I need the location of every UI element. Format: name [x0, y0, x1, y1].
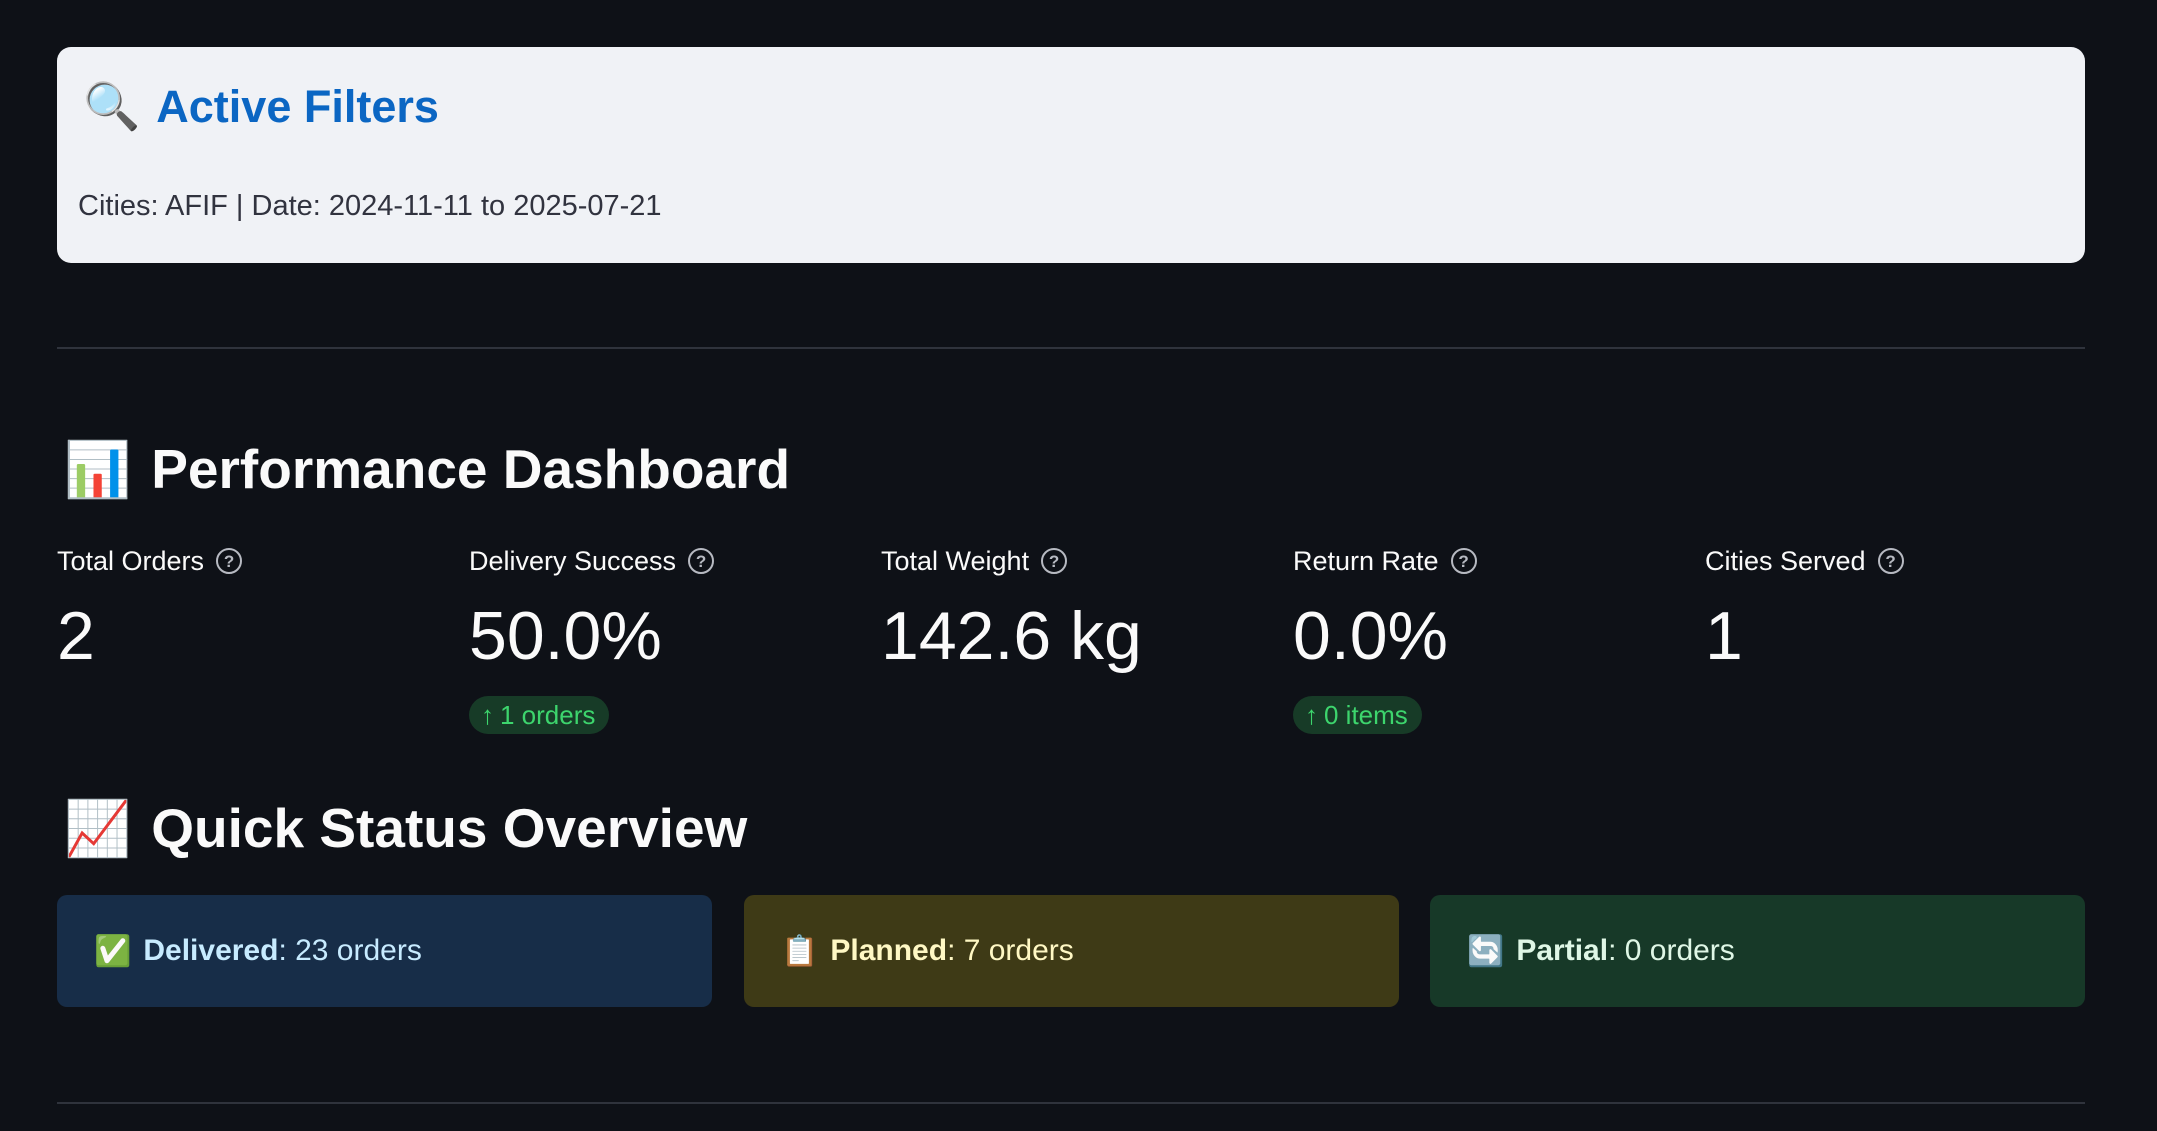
- trend-up-chart-icon: 📈: [64, 798, 132, 859]
- quick-status-title: Quick Status Overview: [151, 797, 748, 859]
- performance-dashboard-heading: 📊 Performance Dashboard: [64, 442, 790, 497]
- metric-return-rate: Return Rate ? 0.0% ↑ 0 items: [1293, 544, 1693, 734]
- status-card-partial: 🔄 Partial: 0 orders: [1430, 895, 2085, 1007]
- status-card-delivered: ✅ Delivered: 23 orders: [57, 895, 712, 1007]
- metric-label: Return Rate: [1293, 545, 1439, 576]
- status-label: Delivered: [143, 934, 279, 967]
- help-icon[interactable]: ?: [1877, 548, 1904, 574]
- help-icon[interactable]: ?: [216, 548, 243, 574]
- metric-delta-text: 1 orders: [500, 700, 596, 730]
- performance-dashboard-title: Performance Dashboard: [151, 438, 791, 500]
- magnifier-icon: 🔍: [83, 80, 141, 132]
- help-icon[interactable]: ?: [1450, 548, 1477, 574]
- metric-value: 0.0%: [1293, 598, 1448, 674]
- metric-total-weight: Total Weight ? 142.6 kg: [881, 544, 1281, 674]
- status-value: : 0 orders: [1608, 934, 1735, 967]
- status-card-planned: 📋 Planned: 7 orders: [744, 895, 1399, 1007]
- metric-label: Cities Served: [1705, 545, 1866, 576]
- help-icon[interactable]: ?: [1041, 548, 1068, 574]
- active-filters-card: 🔍 Active Filters Cities: AFIF | Date: 20…: [57, 47, 2085, 263]
- arrow-up-icon: ↑: [1305, 700, 1318, 730]
- page: 🔍 Active Filters Cities: AFIF | Date: 20…: [0, 0, 2157, 1131]
- metric-value: 1: [1705, 598, 1743, 674]
- metric-value: 142.6 kg: [881, 598, 1142, 674]
- metric-label: Total Orders: [57, 545, 205, 576]
- metric-cities-served: Cities Served ? 1: [1705, 544, 2105, 670]
- metric-delta-text: 0 items: [1324, 700, 1408, 730]
- active-filters-title: Active Filters: [156, 80, 439, 132]
- metric-delta-badge: ↑ 1 orders: [469, 696, 610, 734]
- metric-value: 2: [57, 598, 95, 674]
- clipboard-icon: 📋: [781, 934, 819, 968]
- status-label: Partial: [1516, 934, 1609, 967]
- refresh-icon: 🔄: [1467, 934, 1505, 968]
- divider: [57, 347, 2085, 349]
- status-label: Planned: [830, 934, 948, 967]
- quick-status-heading: 📈 Quick Status Overview: [64, 801, 747, 856]
- metric-label: Delivery Success: [469, 545, 677, 576]
- metric-value: 50.0%: [469, 598, 662, 674]
- help-icon[interactable]: ?: [688, 548, 715, 574]
- arrow-up-icon: ↑: [481, 700, 494, 730]
- status-value: : 23 orders: [278, 934, 422, 967]
- status-value: : 7 orders: [947, 934, 1074, 967]
- metric-total-orders: Total Orders ? 2: [57, 544, 457, 670]
- metric-delta-badge: ↑ 0 items: [1293, 696, 1422, 734]
- bar-chart-icon: 📊: [64, 439, 132, 500]
- check-mark-icon: ✅: [94, 934, 132, 968]
- metric-delivery-success: Delivery Success ? 50.0% ↑ 1 orders: [469, 544, 869, 734]
- active-filters-heading: 🔍 Active Filters: [83, 83, 439, 129]
- divider: [57, 1102, 2085, 1104]
- metric-label: Total Weight: [881, 545, 1030, 576]
- active-filters-text: Cities: AFIF | Date: 2024-11-11 to 2025-…: [78, 190, 662, 222]
